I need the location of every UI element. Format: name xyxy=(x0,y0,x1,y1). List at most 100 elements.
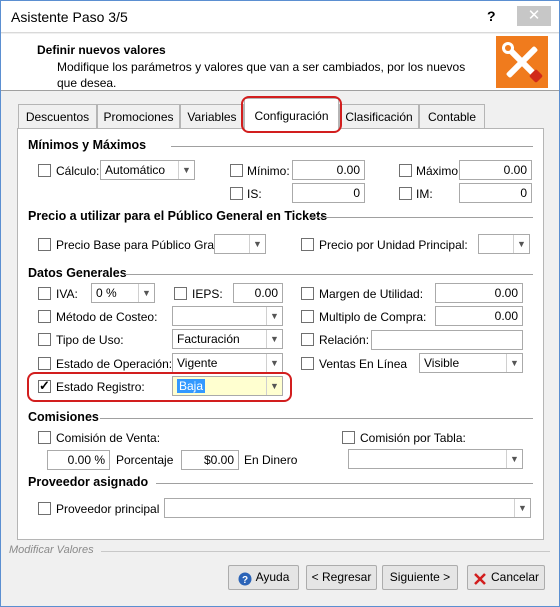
proveedor-select[interactable]: ▼ xyxy=(164,498,531,518)
registro-label: Estado Registro: xyxy=(56,380,145,394)
siguiente-button[interactable]: Siguiente > xyxy=(382,565,458,590)
maximo-label: Máximo: xyxy=(416,164,462,178)
ieps-checkbox[interactable] xyxy=(174,287,187,300)
chevron-down-icon: ▼ xyxy=(138,284,154,302)
ieps-label: IEPS: xyxy=(192,287,223,301)
operacion-checkbox[interactable] xyxy=(38,357,51,370)
porcentaje-label: Porcentaje xyxy=(116,453,174,467)
svg-text:?: ? xyxy=(242,575,248,586)
registro-select[interactable]: Baja ▼ xyxy=(172,376,283,396)
comision-venta-label: Comisión de Venta: xyxy=(56,431,161,445)
comision-tabla-checkbox[interactable] xyxy=(342,431,355,444)
maximo-input[interactable]: 0.00 xyxy=(459,160,532,180)
relacion-input[interactable] xyxy=(371,330,523,350)
ventas-checkbox[interactable] xyxy=(301,357,314,370)
tab-variables[interactable]: Variables xyxy=(180,104,244,129)
relacion-checkbox[interactable] xyxy=(301,333,314,346)
section-datos-title: Datos Generales xyxy=(28,266,127,280)
section-minimos-title: Mínimos y Máximos xyxy=(28,138,147,152)
ventas-select[interactable]: Visible ▼ xyxy=(419,353,523,373)
is-checkbox[interactable] xyxy=(230,187,243,200)
section-comisiones-title: Comisiones xyxy=(28,410,99,424)
iva-checkbox[interactable] xyxy=(38,287,51,300)
registro-checkbox[interactable] xyxy=(38,378,51,394)
tab-contable[interactable]: Contable xyxy=(419,104,485,129)
precio-unidad-label: Precio por Unidad Principal: xyxy=(319,238,468,252)
header-title: Definir nuevos valores xyxy=(37,43,166,57)
margen-input[interactable]: 0.00 xyxy=(435,283,523,303)
header-description: Modifique los parámetros y valores que v… xyxy=(57,60,466,90)
operacion-label: Estado de Operación: xyxy=(56,357,173,371)
maximo-checkbox[interactable] xyxy=(399,164,412,177)
cancel-x-icon xyxy=(473,571,487,585)
proveedor-label: Proveedor principal xyxy=(56,502,160,516)
tab-configuracion[interactable]: Configuración xyxy=(244,98,339,130)
proveedor-checkbox[interactable] xyxy=(38,502,51,515)
close-button[interactable]: ✕ xyxy=(517,6,551,26)
ventas-value: Visible xyxy=(424,356,460,370)
tab-descuentos[interactable]: Descuentos xyxy=(18,104,97,129)
multiplo-label: Multiplo de Compra: xyxy=(319,310,427,324)
section-proveedor-title: Proveedor asignado xyxy=(28,475,149,489)
calculo-select[interactable]: Automático ▼ xyxy=(100,160,195,180)
wizard-window: Asistente Paso 3/5 ? ✕ Definir nuevos va… xyxy=(0,0,560,607)
margen-label: Margen de Utilidad: xyxy=(319,287,424,301)
comision-venta-checkbox[interactable] xyxy=(38,431,51,444)
precio-unidad-select[interactable]: ▼ xyxy=(478,234,530,254)
iva-label: IVA: xyxy=(56,287,78,301)
precio-unidad-checkbox[interactable] xyxy=(301,238,314,251)
ieps-input[interactable]: 0.00 xyxy=(233,283,283,303)
minimo-input[interactable]: 0.00 xyxy=(292,160,365,180)
is-label: IS: xyxy=(247,187,262,201)
dinero-label: En Dinero xyxy=(244,453,298,467)
section-divider xyxy=(125,274,533,275)
chevron-down-icon: ▼ xyxy=(266,307,282,325)
iva-select[interactable]: 0 % ▼ xyxy=(91,283,155,303)
chevron-down-icon: ▼ xyxy=(249,235,265,253)
multiplo-checkbox[interactable] xyxy=(301,310,314,323)
im-checkbox[interactable] xyxy=(399,187,412,200)
calculo-checkbox[interactable] xyxy=(38,164,51,177)
comision-tabla-select[interactable]: ▼ xyxy=(348,449,523,469)
margen-checkbox[interactable] xyxy=(301,287,314,300)
metodo-checkbox[interactable] xyxy=(38,310,51,323)
metodo-select[interactable]: ▼ xyxy=(172,306,283,326)
chevron-down-icon: ▼ xyxy=(266,377,282,395)
tab-clasificacion[interactable]: Clasificación xyxy=(339,104,419,129)
regresar-button[interactable]: < Regresar xyxy=(306,565,377,590)
footer-label: Modificar Valores xyxy=(9,544,94,556)
operacion-value: Vigente xyxy=(177,356,218,370)
tipo-label: Tipo de Uso: xyxy=(56,333,124,347)
precio-base-checkbox[interactable] xyxy=(38,238,51,251)
tools-icon xyxy=(496,36,548,88)
ayuda-label: Ayuda xyxy=(255,570,290,584)
cancelar-button[interactable]: Cancelar xyxy=(467,565,545,590)
is-input[interactable]: 0 xyxy=(292,183,365,203)
tipo-value: Facturación xyxy=(177,332,240,346)
section-precio-title: Precio a utilizar para el Público Genera… xyxy=(28,209,328,223)
porcentaje-input[interactable]: 0.00 % xyxy=(47,450,110,470)
minimo-checkbox[interactable] xyxy=(230,164,243,177)
section-divider xyxy=(309,217,533,218)
tab-promociones[interactable]: Promociones xyxy=(97,104,180,129)
multiplo-input[interactable]: 0.00 xyxy=(435,306,523,326)
comision-tabla-label: Comisión por Tabla: xyxy=(360,431,466,445)
chevron-down-icon: ▼ xyxy=(506,450,522,468)
wizard-header: Definir nuevos valores Modifique los par… xyxy=(1,34,559,91)
help-icon[interactable]: ? xyxy=(487,8,496,24)
ayuda-button[interactable]: ? Ayuda xyxy=(228,565,299,590)
im-input[interactable]: 0 xyxy=(459,183,532,203)
minimo-label: Mínimo: xyxy=(247,164,290,178)
chevron-down-icon: ▼ xyxy=(178,161,194,179)
tipo-checkbox[interactable] xyxy=(38,333,51,346)
dinero-input[interactable]: $0.00 xyxy=(181,450,239,470)
im-label: IM: xyxy=(416,187,433,201)
help-circle-icon: ? xyxy=(238,571,252,586)
ventas-label: Ventas En Línea xyxy=(319,357,408,371)
precio-base-select[interactable]: ▼ xyxy=(214,234,266,254)
tipo-select[interactable]: Facturación ▼ xyxy=(172,329,283,349)
calculo-label: Cálculo: xyxy=(56,164,100,178)
operacion-select[interactable]: Vigente ▼ xyxy=(172,353,283,373)
chevron-down-icon: ▼ xyxy=(266,330,282,348)
title-bar: Asistente Paso 3/5 ? ✕ xyxy=(1,1,559,33)
